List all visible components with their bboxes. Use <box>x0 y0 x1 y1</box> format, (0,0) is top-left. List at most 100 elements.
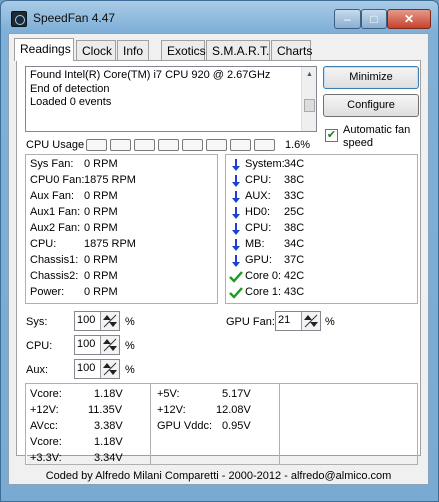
temp-value: 34C <box>284 238 305 250</box>
updown-spinner-icon[interactable] <box>100 336 119 354</box>
speed-label-cpu: CPU: <box>26 340 53 352</box>
temp-value: 43C <box>284 286 305 298</box>
credits-status-bar: Coded by Alfredo Milani Comparetti - 200… <box>45 470 392 482</box>
minimize-button[interactable]: Minimize <box>323 66 419 89</box>
temp-label: CPU: <box>245 174 272 186</box>
log-line: End of detection <box>30 82 110 95</box>
checkmark-icon <box>229 271 243 283</box>
down-arrow-icon <box>232 255 240 267</box>
cpu-usage-cell <box>206 139 227 151</box>
log-line: Loaded 0 events <box>30 96 112 108</box>
temp-value: 37C <box>284 254 305 266</box>
temp-label: AUX: <box>245 190 271 202</box>
fan-label: Aux Fan: <box>30 190 75 202</box>
cpu-usage-cell <box>134 139 155 151</box>
updown-spinner-icon[interactable] <box>100 312 119 330</box>
speed-value: 100 <box>77 338 96 350</box>
voltage-value: 0.95V <box>222 420 251 432</box>
cpu-usage-label: CPU Usage <box>26 139 85 151</box>
tab-readings[interactable]: Readings <box>14 38 74 61</box>
temp-value: 42C <box>284 270 305 282</box>
down-arrow-icon <box>232 207 240 219</box>
updown-spinner-icon[interactable] <box>100 360 119 378</box>
log-textbox[interactable]: Found Intel(R) Core(TM) i7 CPU 920 @ 2.6… <box>25 66 317 132</box>
temp-label: GPU: <box>245 254 272 266</box>
tab-info[interactable]: Info <box>117 40 149 60</box>
fan-label: Chassis2: <box>30 270 79 282</box>
temp-label: CPU: <box>245 222 272 234</box>
gpu-fan-label: GPU Fan: <box>226 316 275 328</box>
fan-label: Aux1 Fan: <box>30 206 81 218</box>
temp-value: 38C <box>284 222 305 234</box>
cpu-usage-cell <box>158 139 179 151</box>
speedfan-app-icon <box>11 11 27 27</box>
fan-value: 0 RPM <box>84 206 118 218</box>
voltage-label: GPU Vddc: <box>157 420 213 432</box>
minimize-window-button[interactable]: – <box>334 9 361 29</box>
speed-label-sys: Sys: <box>26 316 48 328</box>
voltage-value: 12.08V <box>216 404 251 416</box>
cpu-usage-cell <box>182 139 203 151</box>
configure-button[interactable]: Configure <box>323 94 419 117</box>
scroll-up-icon[interactable]: ▲ <box>302 67 317 82</box>
checkmark-icon <box>229 287 243 299</box>
cpu-usage-cell <box>230 139 251 151</box>
fan-label: CPU0 Fan: <box>30 174 85 186</box>
cpu-usage-cell <box>86 139 107 151</box>
maximize-window-button[interactable]: □ <box>361 9 387 29</box>
voltage-label: Vcore: <box>30 388 62 400</box>
temp-label: Core 0: <box>245 270 282 282</box>
down-arrow-icon <box>232 191 240 203</box>
down-arrow-icon <box>232 223 240 235</box>
fan-label: CPU: <box>30 238 57 250</box>
voltage-value: 3.38V <box>94 420 123 432</box>
cpu-speed-stepper[interactable]: 100 <box>74 335 120 355</box>
down-arrow-icon <box>232 239 240 251</box>
cpu-usage-value: 1.6% <box>285 139 311 151</box>
updown-spinner-icon[interactable] <box>301 312 320 330</box>
voltage-value: 1.18V <box>94 388 123 400</box>
aux-speed-stepper[interactable]: 100 <box>74 359 120 379</box>
voltage-label: +5V: <box>157 388 180 400</box>
voltage-label: AVcc: <box>30 420 58 432</box>
fan-label: Chassis1: <box>30 254 79 266</box>
automatic-fan-speed-checkbox[interactable]: ✔ <box>325 129 338 142</box>
temp-value: 33C <box>284 190 305 202</box>
voltage-value: 3.34V <box>94 452 123 464</box>
temp-label: Core 1: <box>245 286 282 298</box>
sys-speed-stepper[interactable]: 100 <box>74 311 120 331</box>
fan-value: 1875 RPM <box>84 174 136 186</box>
scroll-thumb[interactable] <box>304 99 315 112</box>
temp-label: MB: <box>245 238 265 250</box>
cpu-usage-cell <box>110 139 131 151</box>
fan-value: 0 RPM <box>84 270 118 282</box>
title-bar[interactable]: SpeedFan 4.47 – □ ✕ <box>1 1 438 33</box>
tab-exotics[interactable]: Exotics <box>161 40 206 60</box>
tab-smart[interactable]: S.M.A.R.T. <box>206 40 270 60</box>
fan-label: Aux2 Fan: <box>30 222 81 234</box>
log-scrollbar[interactable]: ▲ <box>301 67 316 131</box>
fan-value: 0 RPM <box>84 190 118 202</box>
speed-unit: % <box>125 340 135 352</box>
fan-value: 0 RPM <box>84 254 118 266</box>
temp-value: 38C <box>284 174 305 186</box>
gpu-fan-value: 21 <box>278 314 291 326</box>
log-line: Found Intel(R) Core(TM) i7 CPU 920 @ 2.6… <box>30 69 271 81</box>
voltage-value: 5.17V <box>222 388 251 400</box>
fan-value: 0 RPM <box>84 286 118 298</box>
fan-value: 0 RPM <box>84 222 118 234</box>
cpu-usage-cell <box>254 139 275 151</box>
automatic-fan-speed-label-2: speed <box>343 137 373 149</box>
voltage-label: +12V: <box>30 404 59 416</box>
fan-label: Power: <box>30 286 65 298</box>
temp-value: 34C <box>284 158 305 170</box>
tab-clock[interactable]: Clock <box>76 40 116 60</box>
voltage-label: Vcore: <box>30 436 62 448</box>
speed-unit: % <box>125 364 135 376</box>
close-window-button[interactable]: ✕ <box>387 9 431 29</box>
temp-label: System: <box>245 158 285 170</box>
fan-value: 1875 RPM <box>84 238 136 250</box>
tab-charts[interactable]: Charts <box>271 40 312 60</box>
gpu-fan-stepper[interactable]: 21 <box>275 311 321 331</box>
speed-value: 100 <box>77 314 96 326</box>
